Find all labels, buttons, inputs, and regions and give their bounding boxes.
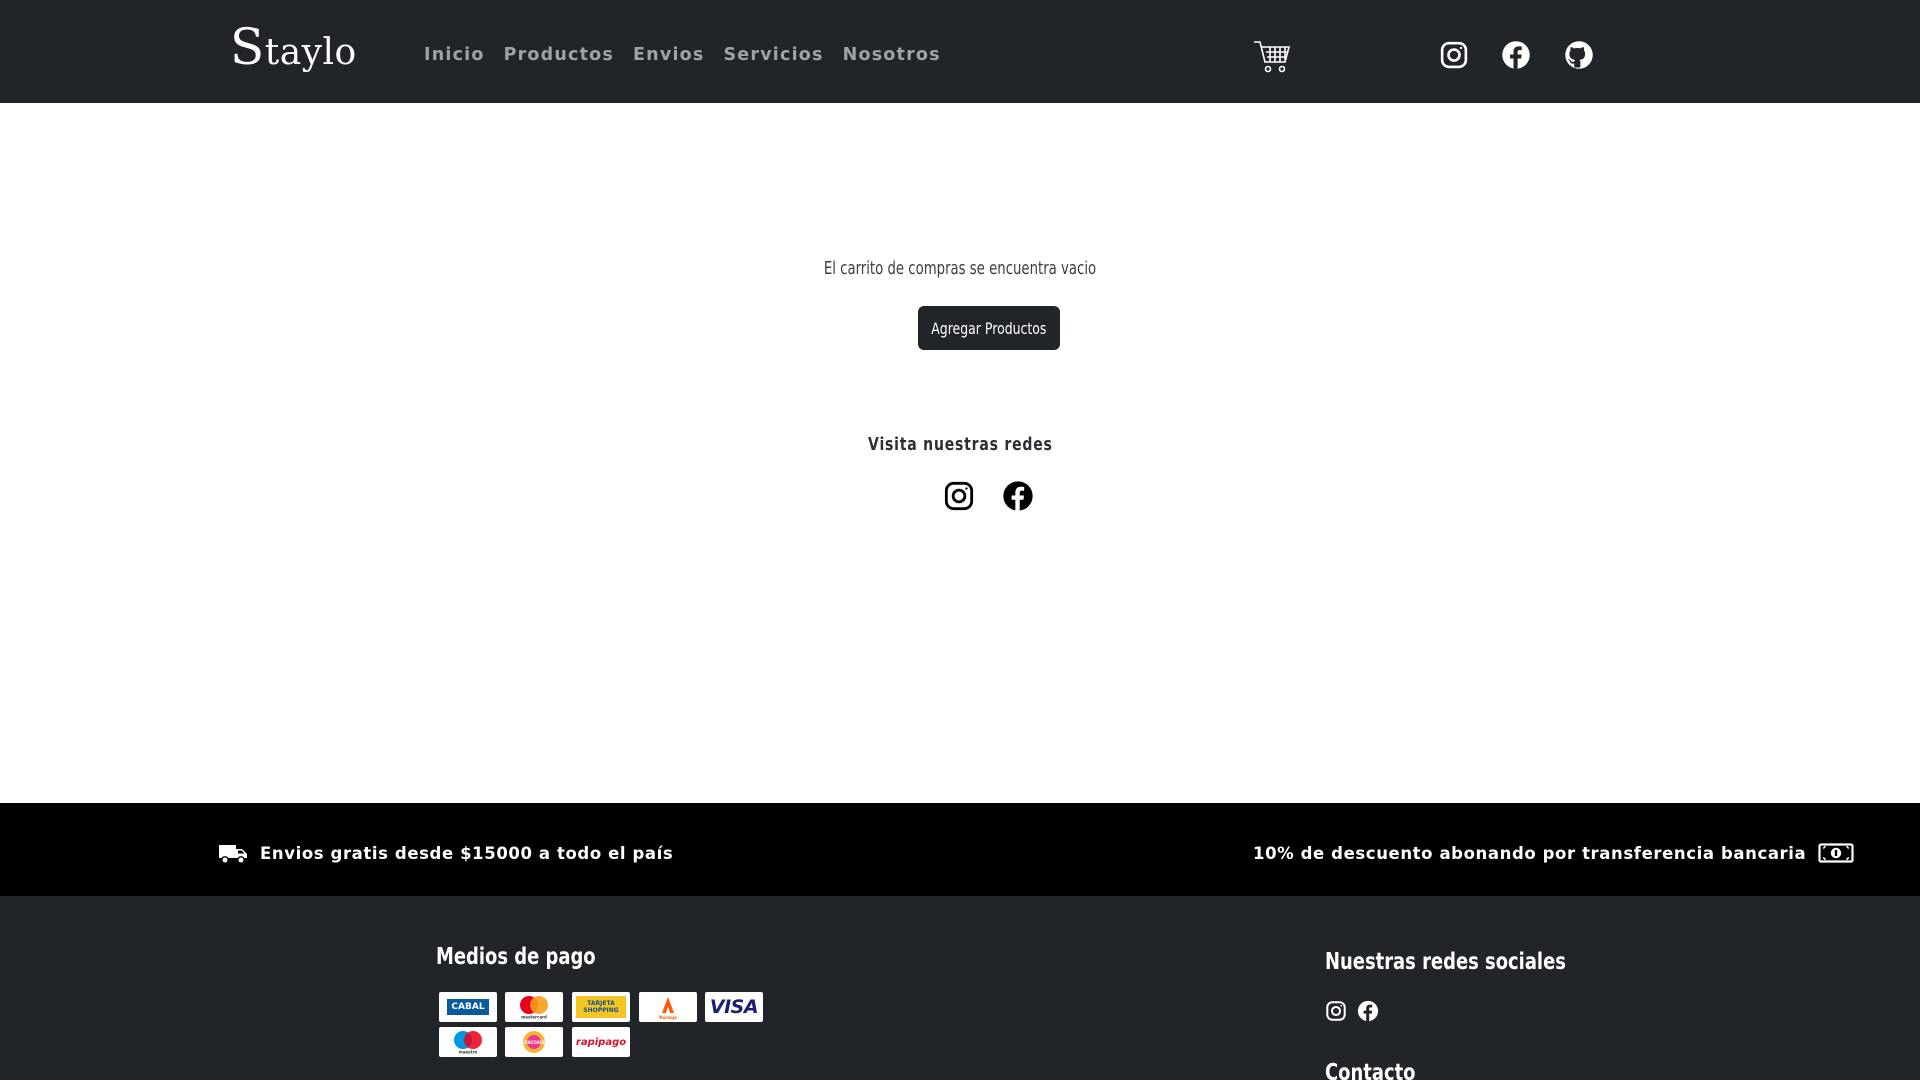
footer: Medios de pago CABAL mastercard TARJETA …: [0, 896, 1920, 1086]
svg-text:maestro: maestro: [459, 1050, 478, 1055]
contact-title: Contacto: [1325, 1060, 1416, 1086]
nav-link-nosotros[interactable]: Nosotros: [843, 45, 941, 65]
nav-link-inicio[interactable]: Inicio: [424, 45, 485, 65]
discount-text: 10% de descuento abonando por transferen…: [1253, 843, 1807, 863]
add-products-button[interactable]: Agregar Productos: [918, 306, 1060, 350]
free-shipping-text: Envios gratis desde $15000 a todo el paí…: [260, 843, 674, 863]
transfer-discount-promo: 10% de descuento abonando por transferen…: [1253, 841, 1854, 865]
instagram-icon[interactable]: [943, 480, 975, 512]
naranja-card: Naranja: [639, 992, 697, 1022]
cart-icon[interactable]: [1252, 36, 1292, 76]
facebook-icon[interactable]: [1501, 40, 1531, 70]
instagram-icon[interactable]: [1439, 40, 1469, 70]
nav-link-servicios[interactable]: Servicios: [724, 45, 824, 65]
top-navbar: Staylo Inicio Productos Envios Servicios…: [0, 0, 1920, 103]
tarjeta-shopping-card: TARJETA SHOPPING: [572, 992, 630, 1022]
empty-cart-message: El carrito de compras se encuentra vacio: [823, 258, 1097, 279]
nav-link-envios[interactable]: Envios: [633, 45, 704, 65]
money-icon: [1818, 841, 1854, 865]
cencosud-card: CENCOSUD: [505, 1027, 563, 1057]
mastercard-card: mastercard: [505, 992, 563, 1022]
facebook-icon[interactable]: [1357, 1000, 1379, 1022]
maestro-card: maestro: [439, 1027, 497, 1057]
facebook-icon[interactable]: [1002, 480, 1034, 512]
nav-link-productos[interactable]: Productos: [504, 45, 614, 65]
rapipago-card: rapipago: [572, 1027, 630, 1057]
instagram-icon[interactable]: [1325, 1000, 1347, 1022]
svg-text:CENCOSUD: CENCOSUD: [522, 1040, 547, 1045]
add-products-label: Agregar Productos: [931, 318, 1047, 338]
nav-links: Inicio Productos Envios Servicios Nosotr…: [424, 45, 960, 65]
promo-bar: Envios gratis desde $15000 a todo el paí…: [0, 803, 1920, 896]
visa-card: VISA: [705, 992, 763, 1022]
cabal-card: CABAL: [439, 992, 497, 1022]
social-networks-title: Nuestras redes sociales: [1325, 949, 1566, 975]
brand-logo[interactable]: Staylo: [230, 18, 357, 76]
svg-text:Naranja: Naranja: [659, 1015, 677, 1020]
github-icon[interactable]: [1564, 40, 1594, 70]
truck-icon: [218, 841, 248, 865]
svg-text:mastercard: mastercard: [521, 1015, 547, 1020]
visit-social-title: Visita nuestras redes: [867, 434, 1053, 455]
payment-methods-title: Medios de pago: [436, 944, 596, 970]
free-shipping-promo: Envios gratis desde $15000 a todo el paí…: [218, 841, 673, 865]
